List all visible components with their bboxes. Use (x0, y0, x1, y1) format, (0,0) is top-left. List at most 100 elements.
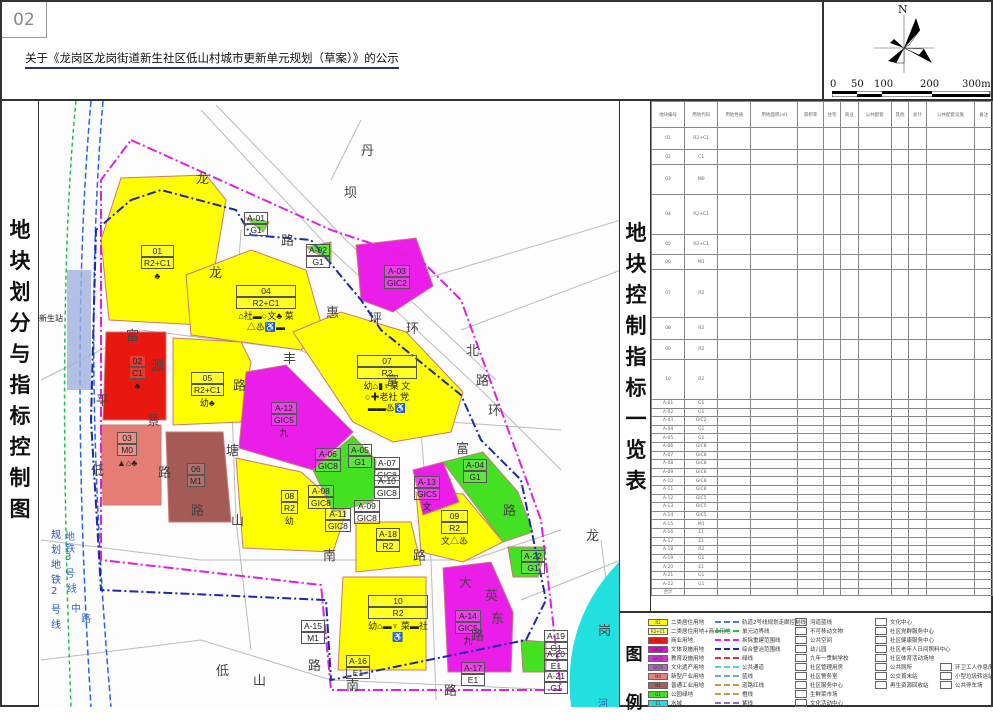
table-cell (857, 441, 892, 452)
parcel-id: A-20 (544, 648, 568, 660)
parcel-label[interactable]: 08 R2 幼 (281, 490, 298, 527)
parcel-label[interactable]: 04 R2+C1 ⌂社▬○文♣ 菜△♨♿▬ (236, 285, 296, 333)
parcel-label[interactable]: A-13 GIC5 文 (414, 476, 440, 513)
facility-icon (795, 672, 807, 680)
table-cell (717, 519, 752, 529)
legend-label: 幼儿园 (810, 647, 827, 653)
column-header: 地块编号 (650, 101, 686, 128)
parcel-label[interactable]: A-17 E1 (461, 662, 485, 686)
land-use-map[interactable]: 01 R2+C1 ♣ 02 C1 ♣ 03 M0 ▲⌂♣ 04 R2+C1 ⌂社▬○文♣ 菜△♨♿▬ 0… (38, 101, 620, 707)
road-label: 路 (471, 629, 485, 644)
column-header: 总计 (908, 101, 927, 128)
parcel-label[interactable]: A-11 GIC8 (325, 508, 351, 532)
parcel-label[interactable]: A-06 GIC8 (315, 448, 341, 472)
scale-bar (832, 91, 991, 97)
table-cell (717, 339, 752, 360)
parcel-label[interactable]: A-12 GIC5 九 (271, 402, 297, 439)
parcel-label[interactable]: 05 R2+C1 幼♣ (191, 372, 224, 409)
cell-parcel-id: A-02 (650, 407, 686, 418)
table-row: 09 R2 (650, 339, 993, 360)
road-label: 路 (413, 549, 427, 564)
parcel-id: A-06 (315, 448, 341, 460)
parcel-label[interactable]: A-08 GIC8 (308, 485, 334, 509)
parcel-label[interactable]: 02 C1 ♣ (129, 355, 146, 392)
table-cell (974, 484, 993, 495)
table-cell (797, 476, 824, 486)
control-index-table: 地块编号 用地代码 用地性质 用地面积(㎡) 容积率 住宅 商业 公共配套 其他 总计 公共配套设施… (650, 101, 993, 611)
cell-land-code: R2+C1 (684, 234, 719, 255)
column-header: 备注 (974, 101, 993, 128)
facility-icons: 幼⌂▬♆ 菜▬社♿ (368, 621, 428, 642)
legend-item-facility: 社区体育活动场地 (875, 654, 934, 662)
legend-label: 商业用地 (671, 638, 694, 644)
parcel-label[interactable]: A-18 R2 (376, 528, 400, 552)
table-cell (840, 527, 859, 538)
table-cell (974, 234, 993, 255)
legend-line-icon (715, 648, 739, 650)
table-cell (890, 536, 910, 547)
cell-land-code: E1 (684, 562, 719, 572)
table-cell (925, 339, 976, 360)
legend-label: 生鲜菜市场 (810, 692, 838, 698)
side-title-char: 览 (625, 438, 647, 462)
legend-item-landuse: GIC8 文化遗产用地 (648, 663, 704, 671)
table-cell (797, 519, 824, 529)
parcel-label[interactable]: A-10 GIC8 (374, 475, 400, 499)
page-title[interactable]: 关于《龙岗区龙岗街道新生社区低山村城市更新单元规划（草案）》的公示 (25, 50, 399, 69)
table-cell (797, 317, 824, 340)
table-cell (822, 433, 842, 443)
table-cell (822, 553, 842, 564)
cell-parcel-id: A-13 (650, 502, 686, 512)
table-cell (908, 562, 927, 572)
legend-label: 绿线 (742, 656, 754, 662)
parcel-label[interactable]: 01 R2+C1 ♣ (141, 245, 174, 282)
table-cell (908, 545, 927, 555)
parcel-label[interactable]: 09 R2 文△♨ (441, 510, 469, 547)
parcel-label[interactable]: A-09 GIC8 (354, 500, 380, 524)
metro-line-label: 规 (51, 530, 61, 541)
table-cell (925, 562, 976, 572)
cell-land-code: R2 (684, 339, 719, 360)
legend-label: 新型产业用地 (671, 674, 705, 680)
road-label: 岗 (598, 624, 612, 639)
table-cell (974, 416, 993, 426)
table-cell (750, 424, 799, 435)
metro-line-label: 划 (51, 545, 61, 556)
table-cell (750, 339, 799, 360)
table-cell (797, 359, 824, 400)
parcel-label[interactable]: A-21 G1 (544, 670, 568, 694)
parcel-label[interactable]: A-22 G1 (521, 550, 545, 574)
parcel-label[interactable]: A-04 G1 (463, 459, 487, 483)
table-cell (925, 407, 976, 418)
legend-label: 公共厕所 (890, 665, 913, 671)
legend-label: 社区管理用房 (810, 665, 844, 671)
table-cell (797, 484, 824, 495)
table-cell (822, 399, 842, 409)
parcel-label[interactable]: A-15 M1 (301, 620, 325, 644)
table-cell (717, 127, 752, 150)
parcel-label[interactable]: A-05 G1 (348, 444, 372, 468)
parcel-label[interactable]: A-20 E1 (544, 648, 568, 672)
road-label: 路 (444, 684, 458, 699)
table-cell (822, 459, 842, 469)
parcel-label[interactable]: A-02 G1 (306, 244, 330, 268)
parcel-label[interactable]: 10 R2 幼⌂▬♆ 菜▬社♿ (368, 595, 428, 643)
legend-label: 水域 (671, 701, 683, 707)
table-row: A-09 GIC8 (650, 467, 993, 478)
parcel-label[interactable]: 03 M0 ▲⌂♣ (117, 432, 138, 469)
facility-icon (795, 618, 807, 626)
road-label: 路 (191, 504, 205, 519)
parcel-label[interactable]: A-03 GIC2 (384, 265, 410, 289)
table-cell (840, 127, 859, 150)
facility-icon (875, 618, 887, 626)
table-cell (908, 424, 927, 435)
legend-swatch: R2+C1 (648, 627, 668, 635)
compass-rose-icon (874, 15, 934, 73)
legend-item-landuse: GIC5 教育设施用地 (648, 654, 704, 662)
parcel-label[interactable]: 06 M1 (187, 463, 205, 487)
cell-land-code: R2 (684, 269, 719, 318)
road-label: 坪 (369, 312, 383, 327)
table-cell (840, 359, 859, 400)
table-cell (857, 519, 892, 529)
parcel-label[interactable]: A-01 G1 (244, 212, 268, 236)
